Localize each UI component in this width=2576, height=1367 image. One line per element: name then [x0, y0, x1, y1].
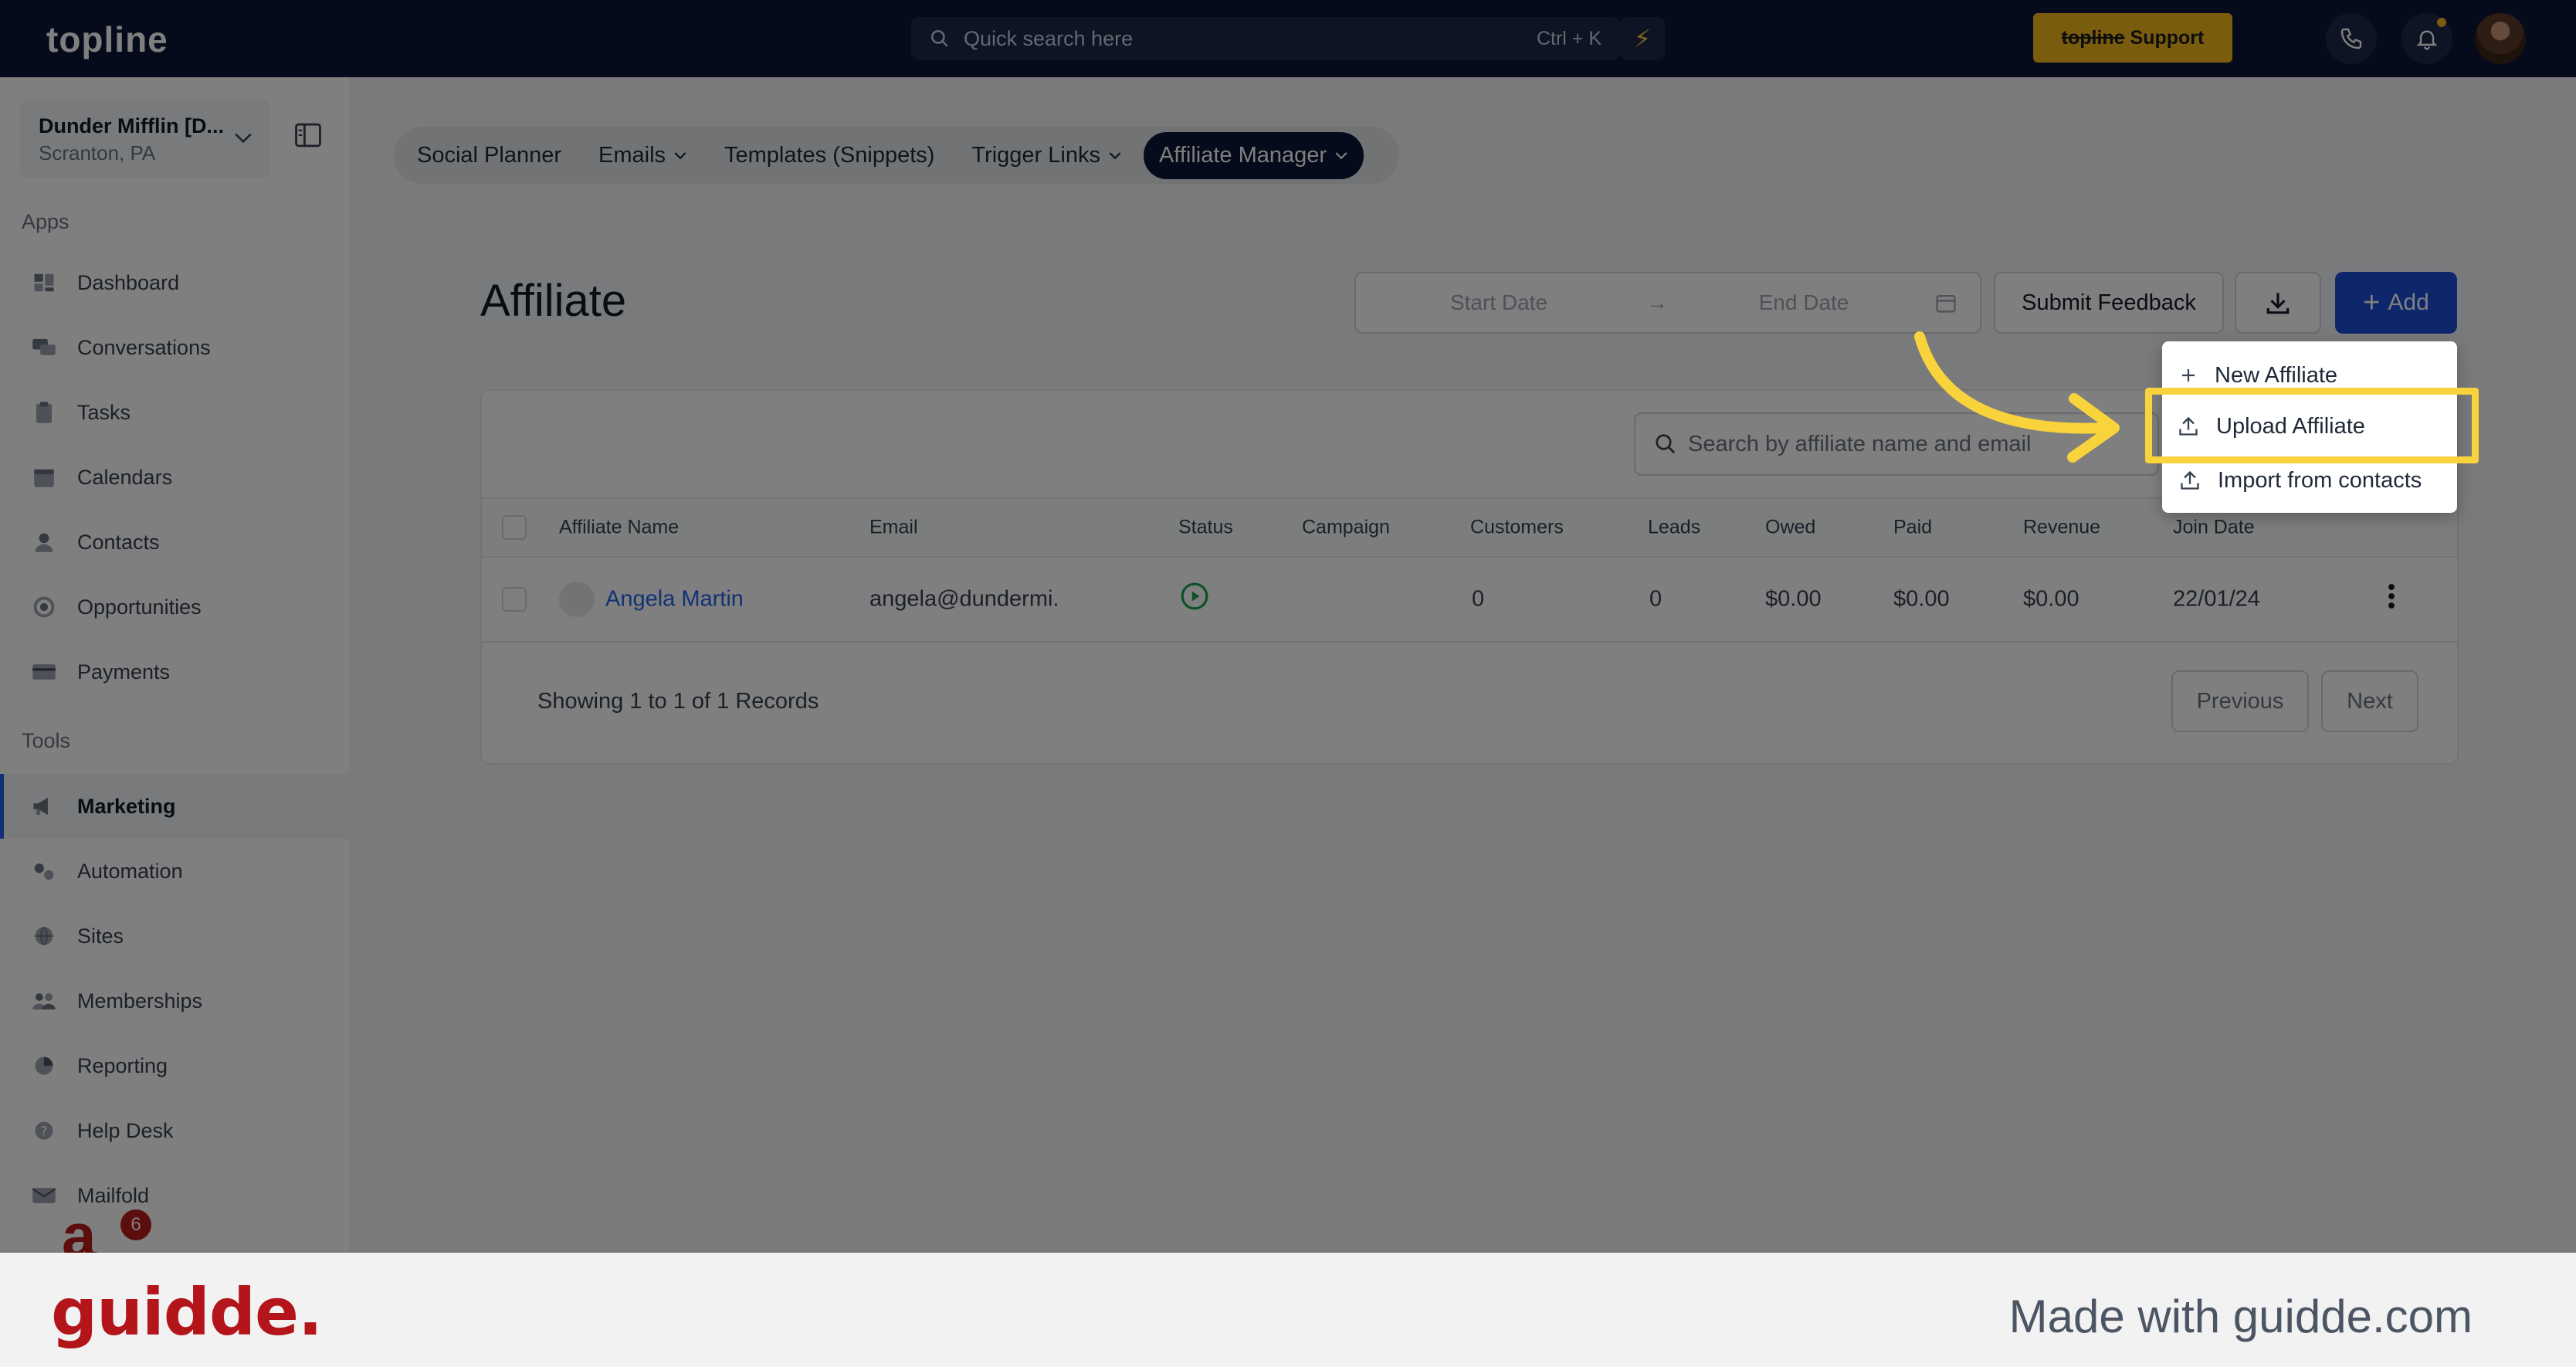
pointer-arrow [1914, 331, 2120, 463]
guidde-logo: guidde. [51, 1274, 323, 1350]
upload-icon [2181, 470, 2199, 490]
menu-item-label: Upload Affiliate [2216, 413, 2365, 439]
made-with-text: Made with guidde.com [2008, 1291, 2473, 1342]
plus-icon [2182, 369, 2195, 382]
guidde-banner: guidde. Made with guidde.com [0, 1253, 2576, 1367]
menu-item-label: New Affiliate [2215, 362, 2338, 388]
menu-item-upload-affiliate[interactable]: Upload Affiliate [2167, 400, 2451, 453]
menu-item-label: Import from contacts [2218, 467, 2422, 493]
modal-overlay[interactable] [0, 0, 2576, 1253]
upload-icon [2179, 416, 2198, 436]
